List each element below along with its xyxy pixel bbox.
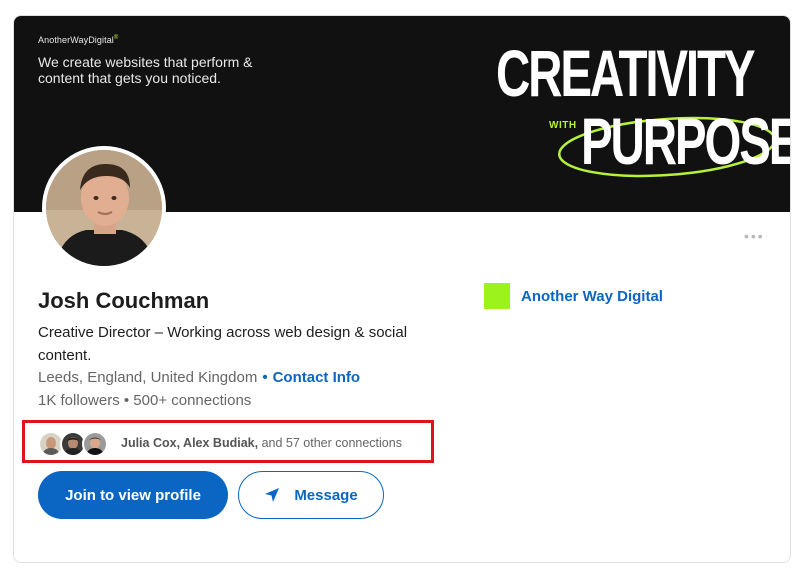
more-options-icon[interactable]: ••• [744, 228, 765, 244]
company-link[interactable]: Another Way Digital [484, 283, 663, 309]
join-to-view-profile-button[interactable]: Join to view profile [38, 471, 228, 519]
profile-stats: 1K followers • 500+ connections [38, 392, 252, 409]
banner-headline-with: WITH [549, 120, 577, 131]
profile-avatar[interactable] [42, 146, 166, 270]
profile-headline: Creative Director – Working across web d… [38, 324, 408, 364]
separator-dot: • [262, 369, 268, 386]
profile-location-row: Leeds, England, United Kingdom • Contact I… [38, 369, 360, 386]
contact-info-link[interactable]: Contact Info [273, 369, 361, 386]
banner-headline-purpose: PURPOSE [581, 104, 791, 178]
connection-avatar-3 [82, 431, 108, 457]
company-logo [484, 283, 510, 309]
profile-location: Leeds, England, United Kingdom [38, 369, 258, 386]
avatar-photo [46, 150, 162, 266]
mutual-connections-text: Julia Cox, Alex Budiak, and 57 other con… [121, 436, 402, 450]
profile-name: Josh Couchman [38, 288, 210, 313]
message-button-label: Message [294, 486, 358, 504]
company-name: Another Way Digital [521, 287, 663, 305]
banner-tagline: We create websites that perform & conten… [38, 54, 253, 86]
message-button[interactable]: Message [238, 471, 384, 519]
profile-card: AnotherWayDigital® We create websites th… [13, 15, 791, 563]
banner-headline-creativity: CREATIVITY [496, 36, 756, 110]
send-icon [265, 488, 280, 502]
mutual-connections-highlight[interactable]: Julia Cox, Alex Budiak, and 57 other con… [22, 420, 434, 463]
banner-brand: AnotherWayDigital® [38, 35, 119, 45]
